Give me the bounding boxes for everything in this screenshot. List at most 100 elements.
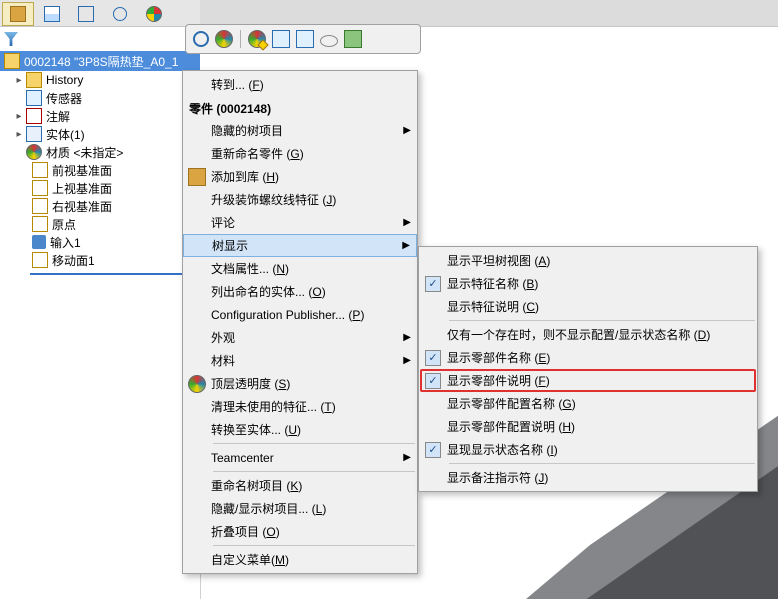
plane-icon — [32, 198, 48, 214]
chevron-right-icon: ▶ — [401, 217, 411, 228]
submenu-show-feature-desc[interactable]: 显示特征说明 (C) — [419, 295, 757, 318]
app-root: 0002148 "3P8S隔热垫_A0_1 ▸ History 传感器 ▸ 注解… — [0, 0, 778, 599]
menu-configuration-publisher[interactable]: Configuration Publisher... (P) — [183, 303, 417, 326]
tree-item-solid[interactable]: ▸ 实体(1) — [0, 125, 200, 143]
chevron-right-icon: ▶ — [401, 332, 411, 343]
menu-add-to-library[interactable]: 添加到库 (H) — [183, 165, 417, 188]
chevron-right-icon: ▶ — [401, 452, 411, 463]
checkmark-icon: ✓ — [425, 350, 441, 366]
folder-icon — [26, 72, 42, 88]
tree-end-rule — [30, 273, 190, 275]
menu-tree-display[interactable]: 树显示 ▶ — [183, 234, 417, 257]
list-icon — [44, 6, 60, 22]
submenu-show-component-desc[interactable]: ✓ 显示零部件说明 (F) — [419, 369, 757, 392]
tree-item-top-plane[interactable]: 上视基准面 — [0, 179, 200, 197]
checkmark-icon: ✓ — [425, 276, 441, 292]
submenu-flat-tree[interactable]: 显示平坦树视图 (A) — [419, 249, 757, 272]
submenu-show-feature-names[interactable]: ✓ 显示特征名称 (B) — [419, 272, 757, 295]
context-toolbar — [185, 24, 421, 54]
menu-customize[interactable]: 自定义菜单(M) — [183, 548, 417, 571]
toolbar-remainder — [200, 0, 778, 27]
tree-item-origin[interactable]: 原点 — [0, 215, 200, 233]
tree-filter-bar — [0, 27, 204, 51]
tree-item-right-plane[interactable]: 右视基准面 — [0, 197, 200, 215]
tab-feature-tree[interactable] — [2, 2, 34, 26]
submenu-show-component-config-desc[interactable]: 显示零部件配置说明 (H) — [419, 415, 757, 438]
checkmark-icon: ✓ — [425, 373, 441, 389]
expander-icon[interactable]: ▸ — [14, 111, 24, 121]
separator — [213, 471, 415, 472]
config-table-icon[interactable] — [296, 30, 314, 48]
hide-show-icon[interactable] — [320, 35, 338, 47]
material-icon — [26, 144, 42, 160]
feature-tree: ▸ History 传感器 ▸ 注解 ▸ 实体(1) 材质 <未指定> 前视基准… — [0, 71, 201, 599]
tree-item-input[interactable]: 输入1 — [0, 233, 200, 251]
chevron-right-icon: ▶ — [401, 125, 411, 136]
menu-document-properties[interactable]: 文档属性... (N) — [183, 257, 417, 280]
menu-convert-to-bodies[interactable]: 转换至实体... (U) — [183, 418, 417, 441]
menu-header-part: 零件 (0002148) — [189, 100, 417, 117]
menu-collapse-items[interactable]: 折叠项目 (O) — [183, 520, 417, 543]
menu-top-transparency[interactable]: 顶层透明度 (S) — [183, 372, 417, 395]
tree-item-move-face[interactable]: 移动面1 — [0, 251, 200, 269]
separator — [213, 443, 415, 444]
tab-dimxpert[interactable] — [104, 2, 136, 26]
tree-item-annotation[interactable]: ▸ 注解 — [0, 107, 200, 125]
cube-icon — [10, 6, 26, 22]
menu-teamcenter[interactable]: Teamcenter ▶ — [183, 446, 417, 469]
tree-item-history[interactable]: ▸ History — [0, 71, 200, 89]
menu-appearance[interactable]: 外观 ▶ — [183, 326, 417, 349]
menu-list-named-bodies[interactable]: 列出命名的实体... (O) — [183, 280, 417, 303]
plane-icon — [32, 180, 48, 196]
menu-comment[interactable]: 评论 ▶ — [183, 211, 417, 234]
tab-display-manager[interactable] — [138, 2, 170, 26]
menu-rename-part[interactable]: 重新命名零件 (G) — [183, 142, 417, 165]
separator — [240, 30, 241, 48]
isolate-icon[interactable] — [344, 30, 362, 48]
feature-tree-tabbar — [0, 0, 200, 27]
plane-icon — [32, 162, 48, 178]
separator — [449, 320, 755, 321]
zoom-icon[interactable] — [193, 31, 209, 47]
separator — [213, 545, 415, 546]
submenu-tree-display: 显示平坦树视图 (A) ✓ 显示特征名称 (B) 显示特征说明 (C) 仅有一个… — [418, 246, 758, 492]
expander-icon[interactable]: ▸ — [14, 75, 24, 85]
sensor-icon — [26, 90, 42, 106]
tree-item-sensor[interactable]: 传感器 — [0, 89, 200, 107]
submenu-show-note-indicator[interactable]: 显示备注指示符 (J) — [419, 466, 757, 489]
expander-icon[interactable]: ▸ — [14, 129, 24, 139]
chevron-right-icon: ▶ — [400, 240, 410, 251]
transparency-icon — [188, 375, 206, 393]
imported-icon — [32, 235, 46, 249]
config-icon — [78, 6, 94, 22]
edit-appearance-icon[interactable] — [248, 30, 266, 48]
appearance-icon[interactable] — [215, 30, 233, 48]
submenu-show-display-state-names[interactable]: ✓ 显现显示状态名称 (I) — [419, 438, 757, 461]
root-part-row[interactable]: 0002148 "3P8S隔热垫_A0_1 — [0, 51, 200, 71]
menu-goto[interactable]: 转到... (F) — [183, 73, 417, 96]
menu-cleanup-features[interactable]: 清理未使用的特征... (T) — [183, 395, 417, 418]
solid-body-icon — [26, 126, 42, 142]
library-icon — [188, 168, 206, 186]
root-part-label: 0002148 "3P8S隔热垫_A0_1 — [24, 53, 178, 70]
checkmark-icon: ✓ — [425, 442, 441, 458]
submenu-only-one[interactable]: 仅有一个存在时，则不显示配置/显示状态名称 (D) — [419, 323, 757, 346]
funnel-icon[interactable] — [4, 32, 18, 46]
part-icon — [4, 53, 20, 69]
tree-item-material[interactable]: 材质 <未指定> — [0, 143, 200, 161]
move-face-icon — [32, 252, 48, 268]
menu-hide-show-tree-items[interactable]: 隐藏/显示树项目... (L) — [183, 497, 417, 520]
tab-property-manager[interactable] — [36, 2, 68, 26]
parent-child-icon[interactable] — [272, 30, 290, 48]
tree-item-front-plane[interactable]: 前视基准面 — [0, 161, 200, 179]
menu-upgrade-thread[interactable]: 升级装饰螺纹线特征 (J) — [183, 188, 417, 211]
submenu-show-component-config-names[interactable]: 显示零部件配置名称 (G) — [419, 392, 757, 415]
submenu-show-component-names[interactable]: ✓ 显示零部件名称 (E) — [419, 346, 757, 369]
chevron-right-icon: ▶ — [401, 355, 411, 366]
menu-material[interactable]: 材料 ▶ — [183, 349, 417, 372]
separator — [449, 463, 755, 464]
menu-rename-tree-item[interactable]: 重命名树项目 (K) — [183, 474, 417, 497]
menu-hidden-tree-items[interactable]: 隐藏的树项目 ▶ — [183, 119, 417, 142]
tab-configuration-manager[interactable] — [70, 2, 102, 26]
context-menu: 转到... (F) 零件 (0002148) 隐藏的树项目 ▶ 重新命名零件 (… — [182, 70, 418, 574]
